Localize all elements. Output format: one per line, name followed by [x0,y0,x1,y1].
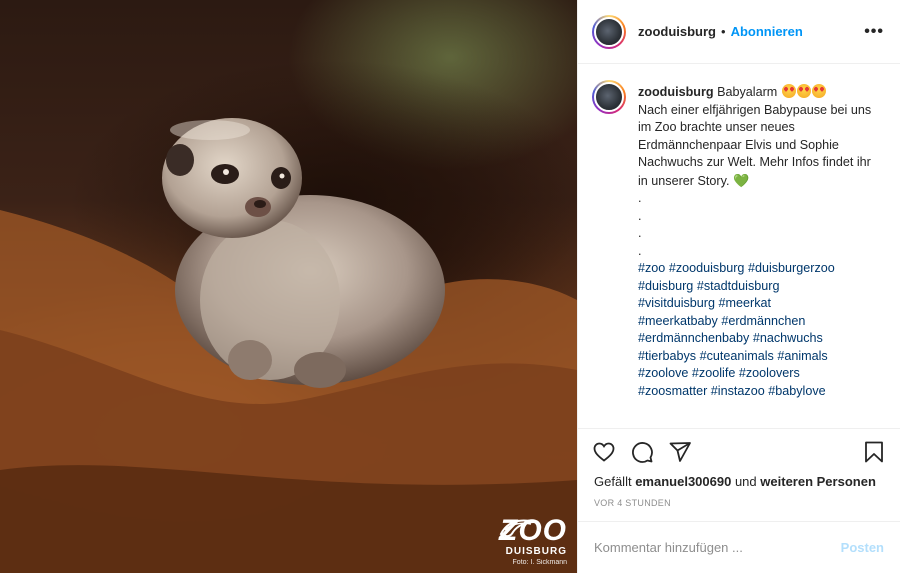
likes-connector: und [734,474,757,489]
hashtag-link[interactable]: #duisburg [638,279,693,293]
post-timestamp[interactable]: VOR 4 STUNDEN [578,490,900,521]
hashtag-link[interactable]: #meerkatbaby [638,314,718,328]
caption-dot: . [638,191,642,205]
heart-eyes-emoji-icon [781,84,796,98]
zoo-logo: ZOO [499,516,567,546]
hashtag-link[interactable]: #cuteanimals [700,349,774,363]
caption-dot: . [638,208,642,223]
bookmark-icon[interactable] [862,440,886,464]
hashtag-link[interactable]: #zoolovers [739,366,800,380]
likes-user[interactable]: emanuel300690 [635,474,731,489]
follow-button[interactable]: Abonnieren [731,24,803,39]
separator-dot: • [721,24,726,39]
hashtag-link[interactable]: #animals [777,349,827,363]
likes-others[interactable]: weiteren Personen [760,474,876,489]
hashtag-link[interactable]: #nachwuchs [753,331,823,345]
hashtag-link[interactable]: #babylove [768,384,825,398]
comment-input[interactable] [594,540,841,555]
hashtag-link[interactable]: #tierbabys [638,349,696,363]
watermark-city: DUISBURG [505,546,567,557]
caption-avatar[interactable] [592,80,626,114]
hashtag-link[interactable]: #instazoo [711,384,765,398]
heart-eyes-emoji-icon [796,84,811,98]
caption-dot: . [638,243,642,258]
zoo-watermark: ZOO DUISBURG Foto: I. Sickmann [499,516,567,567]
hashtag-link[interactable]: #zooduisburg [669,261,745,275]
photo-credit: Foto: I. Sickmann [512,559,567,566]
action-bar [578,428,900,474]
likes-line: Gefällt emanuel300690 und weiteren Perso… [578,474,900,490]
caption-title: Babyalarm [717,85,778,99]
hashtag-link[interactable]: #visitduisburg [638,296,715,310]
caption-body: Nach einer elfjährigen Babypause bei uns… [638,102,872,188]
gorilla-avatar-icon [594,82,624,112]
hashtag-link[interactable]: #erdmännchen [721,314,805,328]
green-heart-icon: 💚 [732,172,750,188]
add-comment-bar: Posten [578,521,900,573]
hashtag-link[interactable]: #zoolove [638,366,688,380]
caption-text: zooduisburg Babyalarm Nach einer elfjähr… [638,84,876,400]
hashtag-link[interactable]: #zoo [638,261,665,275]
likes-prefix: Gefällt [594,474,632,489]
post-photo[interactable]: ZOO DUISBURG Foto: I. Sickmann [0,0,577,573]
gorilla-avatar-icon [594,16,624,47]
hashtag-link[interactable]: #stadtduisburg [697,279,780,293]
avatar[interactable] [592,14,626,49]
dolphin-logo-icon [499,519,536,538]
comments-section: zooduisburg Babyalarm Nach einer elfjähr… [578,64,900,428]
caption-username[interactable]: zooduisburg [638,85,714,99]
hashtag-link[interactable]: #erdmännchenbaby [638,331,749,345]
heart-icon[interactable] [592,440,616,464]
caption-dot: . [638,226,642,240]
hashtag-link[interactable]: #meerkat [719,296,772,310]
share-icon[interactable] [668,440,692,464]
post-header: zooduisburg • Abonnieren ••• [578,0,900,64]
caption-row: zooduisburg Babyalarm Nach einer elfjähr… [592,80,884,400]
hashtag-link[interactable]: #duisburgerzoo [748,261,835,275]
comment-icon[interactable] [630,440,654,464]
header-username[interactable]: zooduisburg [638,24,716,39]
post-comment-button[interactable]: Posten [841,540,884,555]
meerkat-illustration [0,60,577,573]
hashtag-link[interactable]: #zoolife [692,366,735,380]
hashtag-link[interactable]: #zoosmatter [638,384,707,398]
heart-eyes-emoji-icon [811,84,826,98]
more-options-icon[interactable]: ••• [864,23,884,41]
post-side-panel: zooduisburg • Abonnieren ••• zooduisburg… [577,0,900,573]
instagram-post: ZOO DUISBURG Foto: I. Sickmann zooduisbu… [0,0,900,573]
